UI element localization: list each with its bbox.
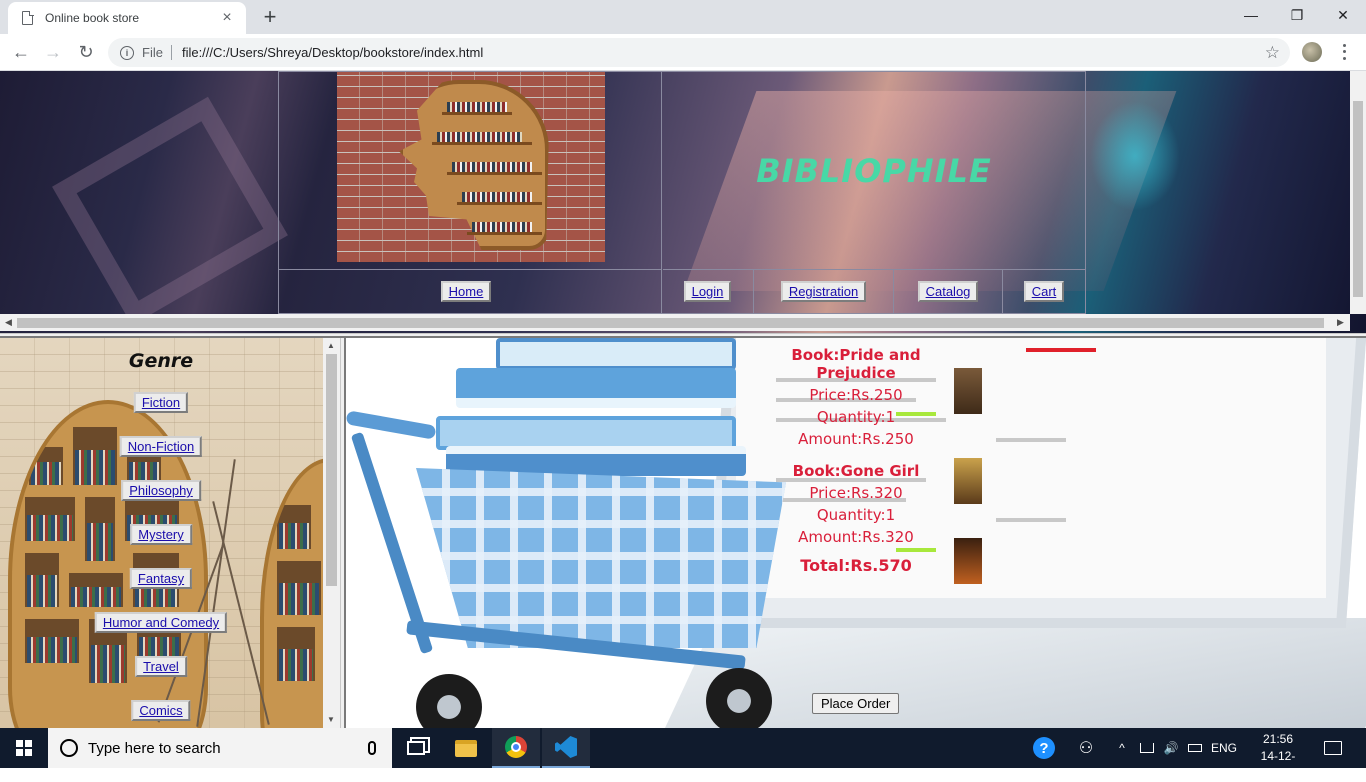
- clock-date: 14-12-2018: [1260, 749, 1296, 780]
- browser-tab-strip: Online book store × + — ❐ ✕: [0, 0, 1366, 34]
- header-vertical-scrollbar[interactable]: [1350, 71, 1366, 314]
- chrome-taskbar-button[interactable]: [492, 728, 540, 768]
- bookmark-star-icon[interactable]: ☆: [1265, 43, 1280, 63]
- minimize-button[interactable]: —: [1228, 0, 1274, 30]
- help-button[interactable]: ?: [1030, 728, 1058, 768]
- header-scroll-thumb[interactable]: [1353, 101, 1363, 297]
- notification-icon: [1324, 741, 1342, 755]
- nav-registration-link[interactable]: Registration: [780, 281, 867, 302]
- title-cell: BIBLIOPHILE: [663, 72, 1085, 270]
- show-hidden-icons-chevron-icon[interactable]: ^: [1112, 728, 1132, 768]
- back-button[interactable]: ←: [8, 40, 34, 64]
- item-2-amount: Amount:Rs.320: [798, 528, 914, 546]
- genre-travel-link[interactable]: Travel: [135, 656, 187, 677]
- close-window-button[interactable]: ✕: [1320, 0, 1366, 30]
- people-icon[interactable]: ⚇: [1072, 728, 1100, 768]
- chrome-icon: [505, 736, 527, 758]
- battery-icon[interactable]: [1184, 728, 1206, 768]
- help-icon: ?: [1033, 737, 1055, 759]
- nav-cart-link[interactable]: Cart: [1023, 281, 1065, 302]
- task-view-button[interactable]: [392, 728, 440, 768]
- network-icon[interactable]: [1136, 728, 1158, 768]
- item-1-amount: Amount:Rs.250: [798, 430, 914, 448]
- tab-title: Online book store: [45, 11, 140, 25]
- logo-cell: [279, 72, 662, 270]
- nav-cell-catalog: Catalog: [894, 270, 1003, 313]
- header-frame: BIBLIOPHILE Home Login Registration Cata…: [0, 71, 1366, 335]
- cortana-icon: [60, 739, 78, 757]
- nav-cell-cart: Cart: [1003, 270, 1085, 313]
- item-2-price: Price:Rs.320: [809, 484, 903, 502]
- item-1-quantity: Quantity:1: [816, 408, 896, 426]
- clock-time: 21:56: [1262, 732, 1294, 746]
- profile-avatar[interactable]: [1302, 42, 1322, 62]
- address-bar[interactable]: i File file:///C:/Users/Shreya/Desktop/b…: [108, 38, 1290, 67]
- url-scheme: File: [142, 45, 172, 60]
- site-info-icon[interactable]: i: [120, 45, 134, 60]
- background-decoration: [52, 96, 288, 326]
- browser-menu-icon[interactable]: [1336, 42, 1352, 62]
- page-viewport: BIBLIOPHILE Home Login Registration Cata…: [0, 71, 1366, 728]
- volume-icon[interactable]: 🔊: [1160, 728, 1182, 768]
- vscode-icon: [555, 736, 577, 758]
- nav-cell-home: Home: [279, 270, 662, 313]
- place-order-button[interactable]: Place Order: [812, 693, 900, 714]
- genre-philosophy-link[interactable]: Philosophy: [121, 480, 201, 501]
- language-indicator[interactable]: ENG: [1208, 728, 1240, 768]
- header-horizontal-scrollbar[interactable]: ◀ ▶: [0, 314, 1350, 331]
- item-1-price: Price:Rs.250: [809, 386, 903, 404]
- taskbar-search[interactable]: Type here to search: [48, 728, 392, 768]
- taskbar-search-placeholder: Type here to search: [88, 739, 221, 757]
- start-button[interactable]: [0, 728, 48, 768]
- forward-button[interactable]: →: [40, 40, 66, 64]
- task-view-icon: [407, 741, 425, 755]
- nav-home-link[interactable]: Home: [440, 281, 492, 302]
- reload-button[interactable]: ↻: [73, 40, 99, 64]
- browser-toolbar: ← → ↻ i File file:///C:/Users/Shreya/Des…: [0, 34, 1366, 71]
- genre-fantasy-link[interactable]: Fantasy: [129, 568, 193, 589]
- action-center-button[interactable]: [1320, 728, 1346, 768]
- item-2-book: Book:Gone Girl: [792, 462, 920, 480]
- item-2-quantity: Quantity:1: [816, 506, 896, 524]
- nav-cell-login: Login: [662, 270, 754, 313]
- genre-non-fiction-link[interactable]: Non-Fiction: [119, 436, 203, 457]
- genre-scroll-thumb[interactable]: [326, 354, 337, 586]
- taskbar-clock[interactable]: 21:56 14-12-2018: [1248, 731, 1308, 782]
- genre-vertical-scrollbar[interactable]: ▲ ▼: [323, 338, 340, 728]
- genre-comics-link[interactable]: Comics: [131, 700, 191, 721]
- item-1-book: Book:Pride and Prejudice: [791, 346, 921, 382]
- genre-mystery-link[interactable]: Mystery: [130, 524, 192, 545]
- bookshelf-head-logo: [337, 72, 605, 262]
- file-explorer-button[interactable]: [442, 728, 490, 768]
- nav-login-link[interactable]: Login: [683, 281, 732, 302]
- new-tab-button[interactable]: +: [258, 4, 282, 30]
- header-table: BIBLIOPHILE Home Login Registration Cata…: [278, 71, 1086, 314]
- site-title: BIBLIOPHILE: [756, 151, 992, 190]
- maximize-button[interactable]: ❐: [1274, 0, 1320, 30]
- cart-frame: Book:Pride and Prejudice Price:Rs.250 Qu…: [346, 338, 1366, 728]
- genre-fiction-link[interactable]: Fiction: [133, 392, 189, 413]
- shopping-cart-image: [346, 338, 806, 728]
- genre-heading: Genre: [128, 350, 194, 372]
- header-hscroll-thumb[interactable]: [17, 318, 1324, 328]
- tab-close-icon[interactable]: ×: [218, 9, 236, 27]
- microphone-icon[interactable]: [368, 741, 376, 755]
- browser-tab[interactable]: Online book store ×: [8, 2, 246, 34]
- nav-cell-registration: Registration: [754, 270, 894, 313]
- background-glow: [1090, 101, 1180, 211]
- page-icon: [22, 10, 34, 25]
- url-text[interactable]: file:///C:/Users/Shreya/Desktop/bookstor…: [182, 45, 1265, 60]
- order-total: Total:Rs.570: [800, 556, 912, 575]
- windows-taskbar: Type here to search ? ⚇ ^ 🔊 ENG 21:56 14…: [0, 728, 1366, 780]
- genre-frame: Genre Fiction Non-Fiction Philosophy Mys…: [0, 338, 340, 728]
- vscode-taskbar-button[interactable]: [542, 728, 590, 768]
- folder-icon: [455, 739, 477, 757]
- windows-logo-icon: [16, 740, 32, 756]
- order-summary: Book:Pride and Prejudice Price:Rs.250 Qu…: [756, 346, 956, 575]
- nav-catalog-link[interactable]: Catalog: [917, 281, 979, 302]
- genre-humor-comedy-link[interactable]: Humor and Comedy: [94, 612, 228, 633]
